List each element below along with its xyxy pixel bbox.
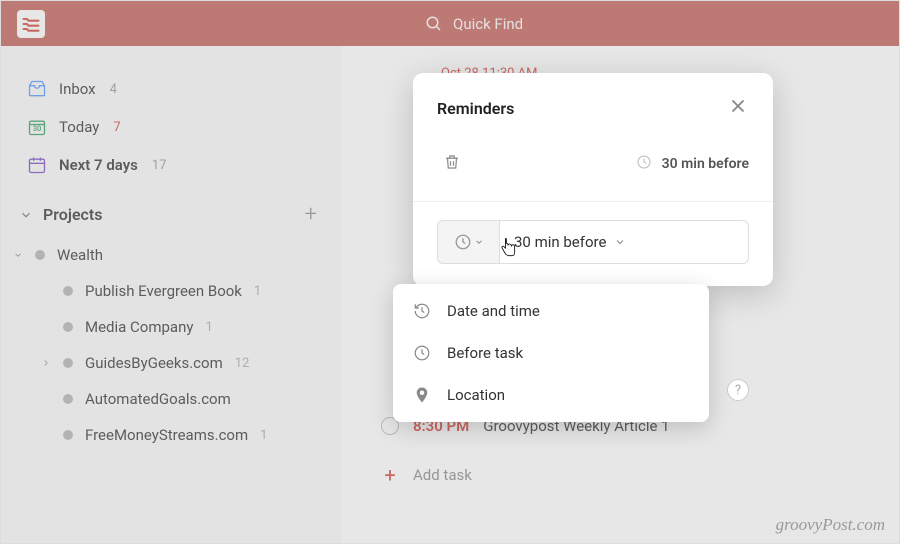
nav-next7-count: 17 [152,158,167,173]
project-count: 1 [260,428,267,443]
nav-today-label: Today [59,118,99,136]
history-icon [413,302,433,320]
project-wealth[interactable]: Wealth [1,237,341,273]
clock-icon [636,154,652,174]
close-button[interactable] [727,95,749,121]
project-count: 1 [205,320,212,335]
reminder-type-selector[interactable] [437,220,499,264]
reminders-popover: Reminders 30 min before 30 min before ? [413,73,773,286]
project-item[interactable]: GuidesByGeeks.com 12 [1,345,341,381]
project-bullet-icon [35,250,45,260]
add-project-button[interactable]: + [305,202,321,227]
close-icon [727,95,749,117]
project-wealth-label: Wealth [57,246,103,264]
project-bullet-icon [63,358,73,368]
chevron-down-icon [19,208,33,222]
search-bar[interactable]: Quick Find [425,15,523,33]
existing-reminder-row: 30 min before [413,137,773,202]
chevron-right-icon [41,358,51,368]
dropdown-label: Date and time [447,302,540,320]
plus-icon: + [381,463,399,487]
nav-today[interactable]: 30 Today 7 [1,108,341,146]
project-item[interactable]: Publish Evergreen Book 1 [1,273,341,309]
nav-inbox[interactable]: Inbox 4 [1,70,341,108]
nav-inbox-count: 4 [110,82,117,97]
chevron-down-icon [13,250,23,260]
nav-next7[interactable]: Next 7 days 17 [1,146,341,184]
project-label: GuidesByGeeks.com [85,354,223,372]
projects-label: Projects [43,205,103,224]
project-bullet-icon [63,394,73,404]
project-count: 1 [254,284,261,299]
today-icon: 30 [27,117,47,137]
nav-next7-label: Next 7 days [59,156,138,174]
inbox-icon [27,79,47,99]
app-logo[interactable] [17,10,45,38]
add-task-button[interactable]: + Add task [381,451,859,499]
project-label: Publish Evergreen Book [85,282,242,300]
nav-today-count: 7 [113,120,120,135]
reminder-value-selector[interactable]: 30 min before [499,220,749,264]
add-task-label: Add task [413,466,472,484]
svg-text:30: 30 [33,124,42,133]
popover-title: Reminders [437,99,514,118]
project-item[interactable]: AutomatedGoals.com [1,381,341,417]
trash-icon [443,153,461,171]
dropdown-location[interactable]: Location [393,374,709,416]
delete-reminder-button[interactable] [437,147,467,181]
calendar-icon [27,155,47,175]
project-label: FreeMoneyStreams.com [85,426,248,444]
project-label: AutomatedGoals.com [85,390,231,408]
project-item[interactable]: FreeMoneyStreams.com 1 [1,417,341,453]
projects-header[interactable]: Projects + [1,184,341,237]
reminder-value-label: 30 min before [514,233,606,251]
chevron-down-icon [474,237,484,247]
dropdown-date-and-time[interactable]: Date and time [393,290,709,332]
reminder-type-dropdown: Date and time Before task Location [393,284,709,422]
project-count: 12 [235,356,250,371]
chevron-down-icon [614,236,626,248]
dropdown-label: Before task [447,344,523,362]
project-bullet-icon [63,430,73,440]
project-bullet-icon [63,286,73,296]
project-item[interactable]: Media Company 1 [1,309,341,345]
location-icon [413,386,433,404]
search-placeholder: Quick Find [453,15,523,33]
sidebar: Inbox 4 30 Today 7 Next 7 days 17 Projec… [1,46,341,543]
search-icon [425,15,443,33]
dropdown-label: Location [447,386,505,404]
project-label: Media Company [85,318,193,336]
existing-reminder-value: 30 min before [636,154,749,174]
help-button[interactable]: ? [727,379,749,401]
project-bullet-icon [63,322,73,332]
clock-icon [413,344,433,362]
app-header: Quick Find [1,1,899,46]
watermark: groovyPost.com [776,515,885,535]
dropdown-before-task[interactable]: Before task [393,332,709,374]
clock-icon [454,233,472,251]
nav-inbox-label: Inbox [59,80,96,98]
